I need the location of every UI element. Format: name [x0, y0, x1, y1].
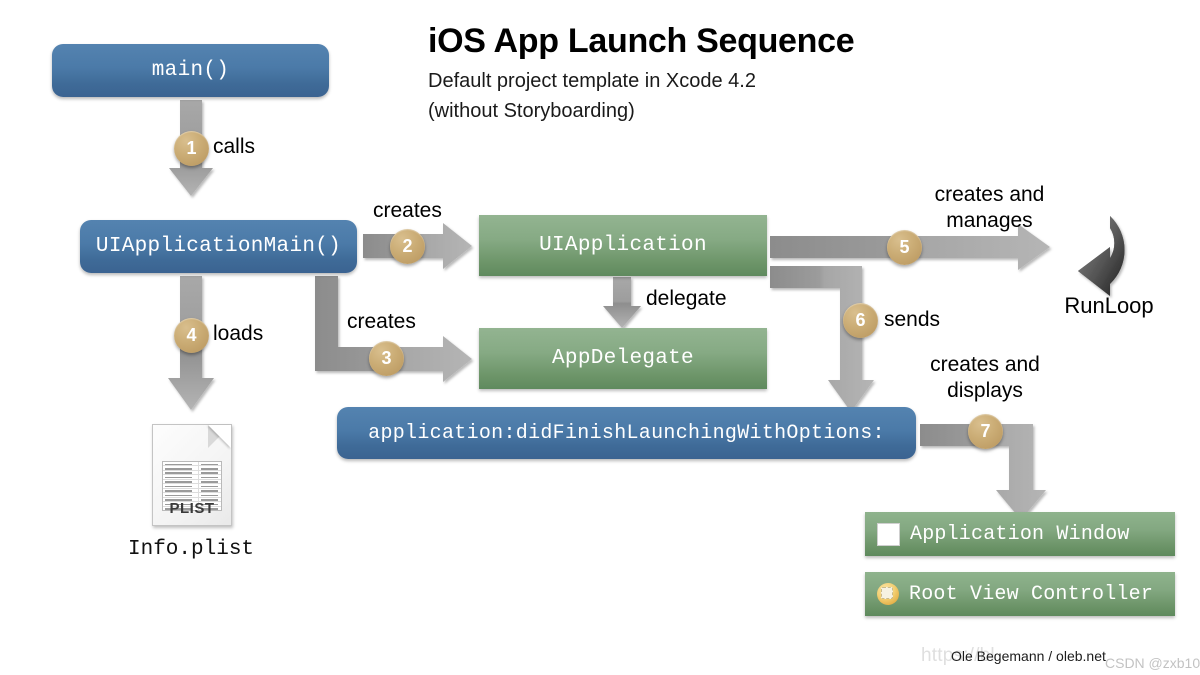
node-main[interactable]: main(): [52, 44, 329, 97]
step-badge-1: 1: [174, 131, 209, 166]
node-uiapplication[interactable]: UIApplication: [479, 215, 767, 276]
edge-label-delegate: delegate: [646, 287, 727, 310]
node-did-finish-launching[interactable]: application:didFinishLaunchingWithOption…: [337, 407, 916, 459]
step-badge-2-number: 2: [402, 236, 413, 256]
node-uiapplicationmain-label: UIApplicationMain(): [95, 235, 342, 258]
plist-fold-front: [208, 425, 231, 448]
runloop-label: RunLoop: [1064, 293, 1154, 318]
arrow-delegate: [603, 277, 641, 328]
node-uiapplication-label: UIApplication: [539, 234, 707, 257]
step-badge-4-number: 4: [186, 325, 197, 345]
step-badge-2: 2: [390, 229, 425, 264]
author-credit: Ole Begemann / oleb.net: [951, 648, 1106, 664]
step-label-1: calls: [213, 135, 256, 158]
step-badge-1-number: 1: [186, 138, 197, 158]
info-plist-icon: PLIST: [152, 424, 232, 526]
plist-type-label: PLIST: [169, 500, 215, 517]
node-application-window-label: Application Window: [910, 522, 1130, 546]
step-label-7-line-1: creates and: [930, 353, 1040, 376]
step-label-5-line-1: creates and: [934, 183, 1045, 206]
step-label-2: creates: [373, 199, 442, 222]
step-label-4: loads: [213, 322, 264, 345]
runloop-icon: [1078, 216, 1125, 296]
step-badge-3-number: 3: [381, 348, 392, 368]
node-appdelegate[interactable]: AppDelegate: [479, 328, 767, 389]
step-badge-5-number: 5: [899, 237, 910, 257]
view-controller-icon: [877, 583, 899, 605]
window-icon: [877, 522, 900, 546]
step-badge-4: 4: [174, 318, 209, 353]
node-application-window[interactable]: Application Window: [865, 512, 1175, 556]
step-badge-5: 5: [887, 230, 922, 265]
step-badge-7-number: 7: [980, 421, 991, 441]
step-label-6: sends: [884, 308, 941, 331]
node-main-label: main(): [151, 59, 230, 82]
plist-document-shape: PLIST: [152, 424, 232, 526]
node-appdelegate-label: AppDelegate: [552, 347, 694, 370]
arrow-6-sends: [770, 266, 874, 412]
node-uiapplicationmain[interactable]: UIApplicationMain(): [80, 220, 357, 273]
step-badge-6-number: 6: [855, 310, 866, 330]
step-badge-7: 7: [968, 414, 1003, 449]
diagram-canvas: iOS App Launch Sequence Default project …: [0, 0, 1200, 675]
node-did-finish-launching-label: application:didFinishLaunchingWithOption…: [368, 421, 885, 445]
node-root-view-controller[interactable]: Root View Controller: [865, 572, 1175, 616]
step-badge-3: 3: [369, 341, 404, 376]
step-label-3: creates: [347, 310, 416, 333]
watermark-csdn: CSDN @zxb10: [1105, 655, 1200, 671]
step-label-5-line-2: manages: [946, 209, 1033, 232]
step-badge-6: 6: [843, 303, 878, 338]
info-plist-caption: Info.plist: [128, 538, 255, 561]
node-root-view-controller-label: Root View Controller: [909, 582, 1154, 606]
step-label-7-line-2: displays: [947, 379, 1023, 402]
